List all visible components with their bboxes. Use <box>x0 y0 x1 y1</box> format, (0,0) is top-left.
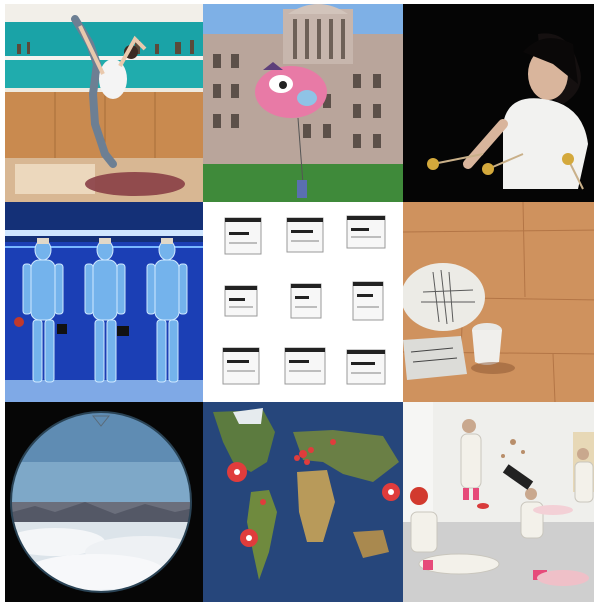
capitol-balloon-photo <box>203 4 403 202</box>
window-dialogs-grid-image <box>203 202 403 402</box>
gallery-performance-photo <box>403 402 594 602</box>
dancer-kitchen-photo <box>5 4 203 202</box>
performer-mallets-photo <box>403 4 594 202</box>
figures-blue-wall-photo <box>5 202 203 402</box>
plate-cup-table-photo <box>403 202 594 402</box>
world-map-markers-image <box>203 402 403 602</box>
sky-circle-porthole-photo <box>5 402 203 602</box>
